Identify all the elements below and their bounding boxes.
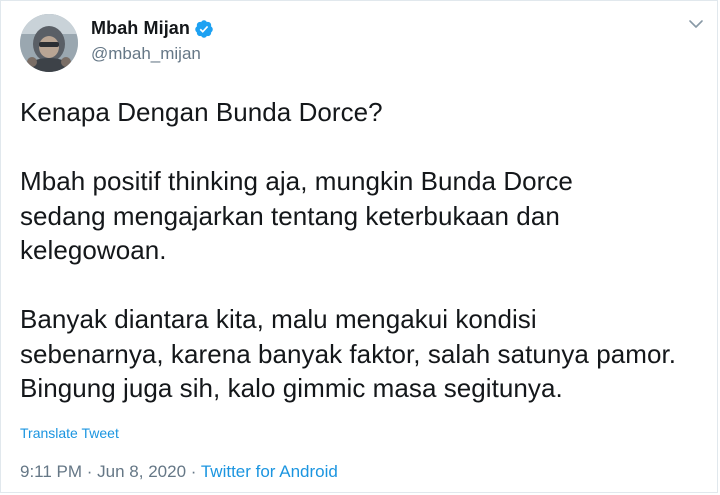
author-handle[interactable]: @mbah_mijan — [91, 44, 201, 64]
tweet-card: Mbah Mijan @mbah_mijan Kenapa Dengan Bun… — [0, 0, 718, 493]
meta-separator: · — [82, 462, 98, 481]
divider — [20, 449, 698, 450]
avatar[interactable] — [20, 14, 78, 72]
display-name[interactable]: Mbah Mijan — [91, 18, 190, 39]
tweet-time[interactable]: 9:11 PM — [20, 462, 82, 481]
tweet-meta: 9:11 PM · Jun 8, 2020 · Twitter for Andr… — [20, 462, 338, 482]
verified-badge-icon — [194, 19, 214, 39]
avatar-image — [20, 14, 78, 72]
author-name-row[interactable]: Mbah Mijan — [91, 18, 214, 39]
meta-separator: · — [186, 462, 201, 481]
tweet-text: Kenapa Dengan Bunda Dorce? Mbah positif … — [20, 97, 677, 403]
tweet-date[interactable]: Jun 8, 2020 — [97, 462, 186, 481]
tweet-source-link[interactable]: Twitter for Android — [201, 462, 338, 481]
chevron-down-icon[interactable] — [687, 15, 705, 33]
translate-tweet-link[interactable]: Translate Tweet — [20, 425, 119, 441]
